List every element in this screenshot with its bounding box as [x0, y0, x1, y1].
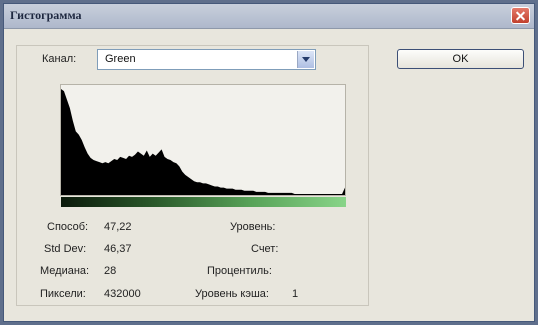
cache-level-label: Уровень кэша: [195, 288, 269, 300]
chevron-down-icon[interactable] [297, 51, 314, 68]
channel-select-value: Green [105, 53, 136, 65]
level-label: Уровень: [230, 221, 276, 233]
cache-level-value: 1 [292, 288, 299, 300]
title-bar[interactable]: Гистограмма [4, 4, 534, 29]
channel-gradient-bar [61, 197, 346, 207]
histogram-plot [61, 89, 345, 195]
median-label: Медиана: [40, 265, 90, 277]
pixels-label: Пиксели: [40, 288, 86, 300]
count-label: Счет: [251, 243, 279, 255]
channel-select[interactable]: Green [97, 49, 316, 70]
std-dev-label: Std Dev: [44, 243, 87, 255]
dialog-title: Гистограмма [10, 8, 82, 22]
ok-button[interactable]: OK [397, 49, 524, 69]
histogram-chart [60, 84, 346, 196]
pixels-value: 432000 [104, 288, 141, 300]
mean-label: Способ: [47, 221, 89, 233]
mean-value: 47,22 [104, 221, 132, 233]
median-value: 28 [104, 265, 117, 277]
channel-label: Канал: [42, 53, 77, 65]
percentile-label: Процентиль: [207, 265, 272, 277]
close-icon[interactable] [511, 7, 530, 24]
std-dev-value: 46,37 [104, 243, 132, 255]
histogram-area [61, 89, 345, 195]
